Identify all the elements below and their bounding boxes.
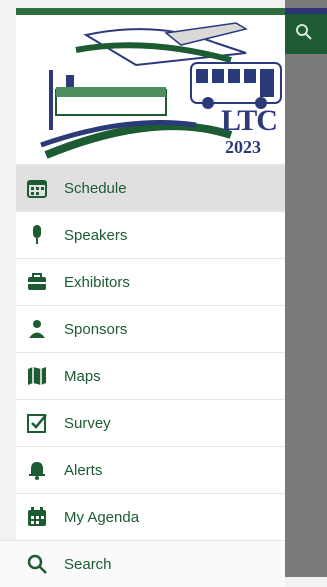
microphone-icon [24,222,50,248]
search-icon [24,551,50,577]
app-top-strip [285,8,327,14]
menu-label-my-agenda: My Agenda [64,508,140,526]
menu-label-maps: Maps [64,367,101,385]
logo-year: 2023 [225,137,261,157]
logo-title: LTC [221,104,278,137]
search-icon[interactable] [292,20,316,44]
app-background-overlay[interactable] [285,0,327,577]
menu-item-speakers[interactable]: Speakers [16,211,285,258]
map-icon [24,363,50,389]
bell-icon [24,457,50,483]
menu-label-alerts: Alerts [64,461,103,479]
menu-label-search: Search [64,555,112,573]
menu-item-exhibitors[interactable]: Exhibitors [16,258,285,305]
menu-item-maps[interactable]: Maps [16,352,285,399]
calendar-icon [24,175,50,201]
menu-item-survey[interactable]: Survey [16,399,285,446]
menu-item-my-agenda[interactable]: My Agenda [16,493,285,540]
menu-item-schedule[interactable]: Schedule [16,164,285,211]
menu-label-speakers: Speakers [64,226,128,244]
conference-logo: LTC 2023 [16,15,285,164]
person-icon [24,316,50,342]
navigation-drawer: LTC 2023 Schedule Speakers Exhibitors Sp… [0,8,285,587]
menu-list: Schedule Speakers Exhibitors Sponsors Ma [0,164,285,587]
left-gutter [0,0,16,577]
checkbox-icon [24,410,50,436]
menu-label-survey: Survey [64,414,111,432]
drawer-top-strip [16,8,285,15]
menu-item-alerts[interactable]: Alerts [16,446,285,493]
menu-label-sponsors: Sponsors [64,320,128,338]
agenda-calendar-icon [24,504,50,530]
menu-label-exhibitors: Exhibitors [64,273,130,291]
briefcase-icon [24,269,50,295]
menu-label-schedule: Schedule [64,179,127,197]
menu-item-sponsors[interactable]: Sponsors [16,305,285,352]
menu-item-search[interactable]: Search [0,540,285,587]
